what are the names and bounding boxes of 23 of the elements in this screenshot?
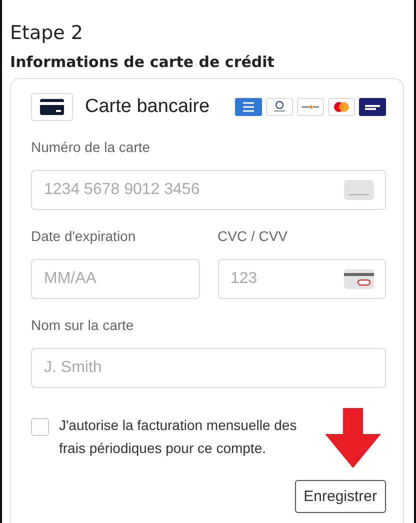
field-label: Numéro de la carte xyxy=(31,139,152,155)
field-label: Nom sur la carte xyxy=(31,317,135,333)
cvc-field[interactable]: 123 xyxy=(218,259,386,299)
card-number-field[interactable]: 1234 5678 9012 3456 xyxy=(31,170,386,210)
field-label: CVC / CVV xyxy=(218,228,289,244)
field-label: Date d'expiration xyxy=(31,228,137,244)
credit-card-icon xyxy=(31,93,73,121)
card-logo-icon xyxy=(359,98,386,116)
name-field[interactable]: J. Smith xyxy=(31,348,386,388)
step-title: Etape 2 xyxy=(10,21,84,46)
card-logo-icon xyxy=(297,98,324,116)
checkbox[interactable] xyxy=(31,418,49,436)
down-arrow-icon xyxy=(325,408,381,468)
save-button[interactable]: Enregistrer xyxy=(294,480,386,513)
card-logo-icon xyxy=(266,98,293,116)
card-back-icon xyxy=(344,269,374,289)
expiry-field[interactable]: MM/AA xyxy=(31,259,200,299)
card-logo-icon xyxy=(328,98,355,116)
section-title: Informations de carte de crédit xyxy=(10,52,276,72)
payment-method-label: Carte bancaire xyxy=(85,96,210,118)
consent-text: J'autorise la facturation mensuelle des frais périodiques pour ce compte. xyxy=(59,416,298,458)
card-logo-icon xyxy=(235,98,262,116)
card-icon xyxy=(344,180,374,200)
